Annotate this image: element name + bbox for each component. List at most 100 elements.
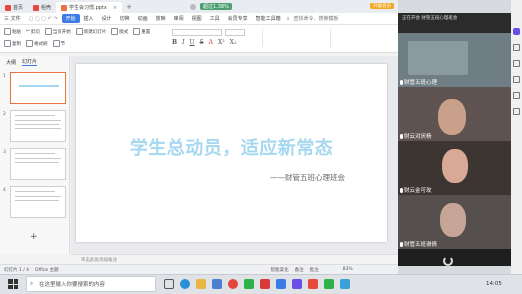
button-label: 新建幻灯片 [83, 29, 107, 35]
upgrade-button[interactable]: 升级会员 [370, 3, 394, 9]
notes-pane[interactable]: 单击此处添加备注 [71, 254, 398, 264]
font-select[interactable] [172, 29, 222, 36]
cut-button[interactable]: ✂ 剪切 [26, 29, 40, 35]
thumb-line [15, 124, 59, 125]
participant-tile[interactable]: 财管五班谢倩 [398, 195, 511, 249]
add-slide-icon[interactable]: + [30, 232, 38, 242]
chrome-icon[interactable] [228, 279, 238, 289]
menu-file[interactable]: 三 文件 [0, 15, 25, 22]
menu-member[interactable]: 会员专享 [224, 15, 252, 22]
menu-start[interactable]: 开始 [61, 14, 80, 23]
app-icon[interactable] [340, 279, 350, 289]
menu-slideshow[interactable]: 放映 [152, 15, 170, 22]
thumb-line [15, 200, 59, 201]
task-view-icon[interactable] [164, 279, 174, 289]
section-button[interactable]: 节 [52, 40, 65, 47]
participant-name: 财管五班谢倩 [404, 242, 438, 248]
docer-icon [33, 4, 40, 11]
participant-tile[interactable]: 财云对厌杨 [398, 87, 511, 141]
start-from-current-button[interactable]: 当页开始 [44, 28, 71, 35]
clock[interactable]: 14:05 [486, 281, 502, 287]
tab-slides[interactable]: 幻灯片 [22, 58, 38, 66]
slide-thumbnail-4[interactable] [10, 186, 66, 218]
store-icon[interactable] [212, 279, 222, 289]
bold-button[interactable]: B [172, 39, 177, 46]
copy-button[interactable]: 复制 [4, 40, 21, 47]
sidebar-tool-icon[interactable] [513, 44, 520, 51]
tab-docer[interactable]: 稻壳 [28, 2, 56, 13]
zoom-level[interactable]: 83% [343, 267, 353, 272]
tencent-meeting-icon[interactable] [276, 279, 286, 289]
close-icon[interactable]: × [113, 5, 117, 11]
notes-toggle-button[interactable]: 备注 [295, 267, 304, 273]
font-size-select[interactable] [225, 29, 245, 36]
tab-document[interactable]: 学生会习惯.pptx × [56, 2, 123, 13]
paste-button[interactable]: 粘贴 [4, 28, 21, 35]
slide-thumbnail-3[interactable] [10, 148, 66, 180]
sidebar-tool-icon[interactable] [513, 76, 520, 83]
reset-button[interactable]: 重置 [133, 28, 150, 35]
file-explorer-icon[interactable] [196, 279, 206, 289]
participant-tile[interactable]: 财管五班心理 [398, 33, 511, 87]
command-search-input[interactable]: 查找命令、搜索模板 [290, 15, 343, 22]
ai-icon[interactable] [513, 28, 520, 35]
title-bar: 首页 稻壳 学生会习惯.pptx × + 超过1.38% 升级会员 [0, 0, 398, 13]
new-slide-button[interactable]: 新建幻灯片 [75, 28, 107, 35]
menu-smart-toolbox[interactable]: 智能工具箱 [252, 15, 285, 22]
italic-button[interactable]: I [182, 39, 184, 46]
wps-icon[interactable] [308, 279, 318, 289]
slide-number: 4 [3, 188, 6, 193]
menu-transition[interactable]: 切换 [116, 15, 134, 22]
strikethrough-button[interactable]: S [200, 39, 204, 46]
smart-beautify-button[interactable]: 智能美化 [271, 267, 289, 273]
participant-tile[interactable]: 财云金可玫 [398, 141, 511, 195]
menu-review[interactable]: 审阅 [170, 15, 188, 22]
windows-start-icon[interactable] [8, 279, 18, 289]
slide-number: 1 [3, 74, 6, 79]
subscript-button[interactable]: X₂ [230, 39, 237, 46]
thumb-line [15, 153, 55, 154]
tab-outline[interactable]: 大纲 [6, 59, 16, 66]
app-icon[interactable] [292, 279, 302, 289]
comments-button[interactable]: 批注 [310, 267, 319, 273]
sidebar-tool-icon[interactable] [513, 108, 520, 115]
menu-icons: ▢ ▢ ▢ ↶ ↷ [28, 15, 58, 22]
thumb-line [15, 196, 61, 197]
font-color-button[interactable]: A [209, 39, 213, 46]
slide-number: 3 [3, 150, 6, 155]
thumb-line [15, 120, 61, 121]
shape-tools[interactable] [330, 29, 392, 47]
edge-browser-icon[interactable] [180, 279, 190, 289]
tab-label: 学生会习惯.pptx [69, 5, 107, 11]
menu-view[interactable]: 视图 [188, 15, 206, 22]
app-icon[interactable] [324, 279, 334, 289]
participant-label: 财云金可玫 [400, 186, 432, 194]
format-painter-button[interactable]: 格式刷 [26, 40, 48, 47]
wechat-icon[interactable] [244, 279, 254, 289]
underline-button[interactable]: U [189, 39, 194, 46]
window-center-status: 超过1.38% [189, 3, 232, 10]
sidebar-tool-icon[interactable] [513, 60, 520, 67]
tab-home[interactable]: 首页 [0, 2, 28, 13]
app-icon[interactable] [260, 279, 270, 289]
slide-thumbnail-1[interactable] [10, 72, 66, 104]
taskbar-search-input[interactable]: ⌕ 在这里输入你要搜索的内容 [26, 276, 156, 292]
new-tab-icon[interactable]: + [126, 3, 132, 11]
sidebar-tool-icon[interactable] [513, 92, 520, 99]
button-label: 版式 [119, 29, 129, 35]
layout-button[interactable]: 版式 [111, 28, 128, 35]
menu-tools[interactable]: 工具 [206, 15, 224, 22]
thumb-line [15, 158, 61, 159]
menu-design[interactable]: 设计 [98, 15, 116, 22]
slide-subtitle[interactable]: ——财管五班心理班会 [270, 172, 345, 183]
paragraph-tools[interactable] [262, 29, 322, 47]
slide-title[interactable]: 学生总动员，适应新常态 [76, 134, 387, 160]
participant-name: 财云对厌杨 [404, 134, 432, 140]
superscript-button[interactable]: X² [218, 39, 225, 46]
notes-placeholder[interactable]: 单击此处添加备注 [81, 257, 117, 263]
slide-thumbnail-2[interactable] [10, 110, 66, 142]
menu-animation[interactable]: 动画 [134, 15, 152, 22]
menu-insert[interactable]: 插入 [80, 15, 98, 22]
search-placeholder: 在这里输入你要搜索的内容 [39, 282, 106, 288]
current-slide[interactable]: 学生总动员，适应新常态 ——财管五班心理班会 [76, 64, 387, 242]
